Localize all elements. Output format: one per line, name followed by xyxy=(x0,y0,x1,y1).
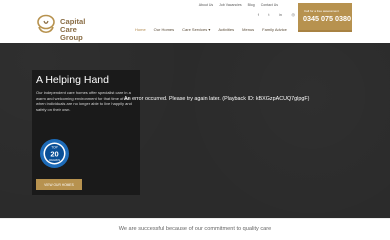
hero-description: Our independent care homes offer special… xyxy=(36,90,132,112)
phone-callout[interactable]: Call for a free assessment 0345 075 0380 xyxy=(298,3,352,32)
nav-care-services[interactable]: Care Services ▾ xyxy=(182,27,210,32)
hero-title: A Helping Hand xyxy=(36,74,109,86)
tagline-heading: We are successful because of our commitm… xyxy=(118,226,272,232)
facebook-icon[interactable]: f xyxy=(258,12,259,17)
view-our-homes-button[interactable]: VIEW OUR HOMES xyxy=(36,179,82,190)
video-error-message: An error occurred. Please try again late… xyxy=(124,96,310,102)
top-link-vacancies[interactable]: Job Vacancies xyxy=(219,3,242,7)
nav-home[interactable]: Home xyxy=(135,27,146,32)
section-divider xyxy=(0,218,390,219)
instagram-icon[interactable]: ◎ xyxy=(292,12,296,17)
top-20-award-badge-icon: TOP 20 AWARDS xyxy=(40,139,69,168)
badge-sub-text: AWARDS xyxy=(49,158,60,162)
logo-line-2: Group xyxy=(60,33,83,42)
logo-line-1: Capital Care xyxy=(60,17,86,34)
phone-number[interactable]: 0345 075 0380 xyxy=(303,14,351,23)
main-nav: Home Our Homes Care Services ▾ Activitie… xyxy=(135,27,287,32)
nav-our-homes[interactable]: Our Homes xyxy=(154,27,174,32)
top-link-about[interactable]: About Us xyxy=(199,3,213,7)
logo-mark-icon xyxy=(37,14,55,34)
nav-menus[interactable]: Menus xyxy=(242,27,254,32)
twitter-icon[interactable]: t xyxy=(268,12,269,17)
nav-activities[interactable]: Activities xyxy=(218,27,234,32)
nav-family-advice[interactable]: Family Advice xyxy=(262,27,287,32)
linkedin-icon[interactable]: in xyxy=(279,12,282,17)
badge-number-text: 20 xyxy=(50,150,58,159)
hero-card: A Helping Hand Our independent care home… xyxy=(32,70,140,195)
phone-label: Call for a free assessment xyxy=(304,9,339,13)
social-links: f t in ◎ xyxy=(253,3,295,21)
site-logo[interactable]: Capital Care Group xyxy=(36,13,98,42)
logo-text: Capital Care Group xyxy=(60,18,98,42)
